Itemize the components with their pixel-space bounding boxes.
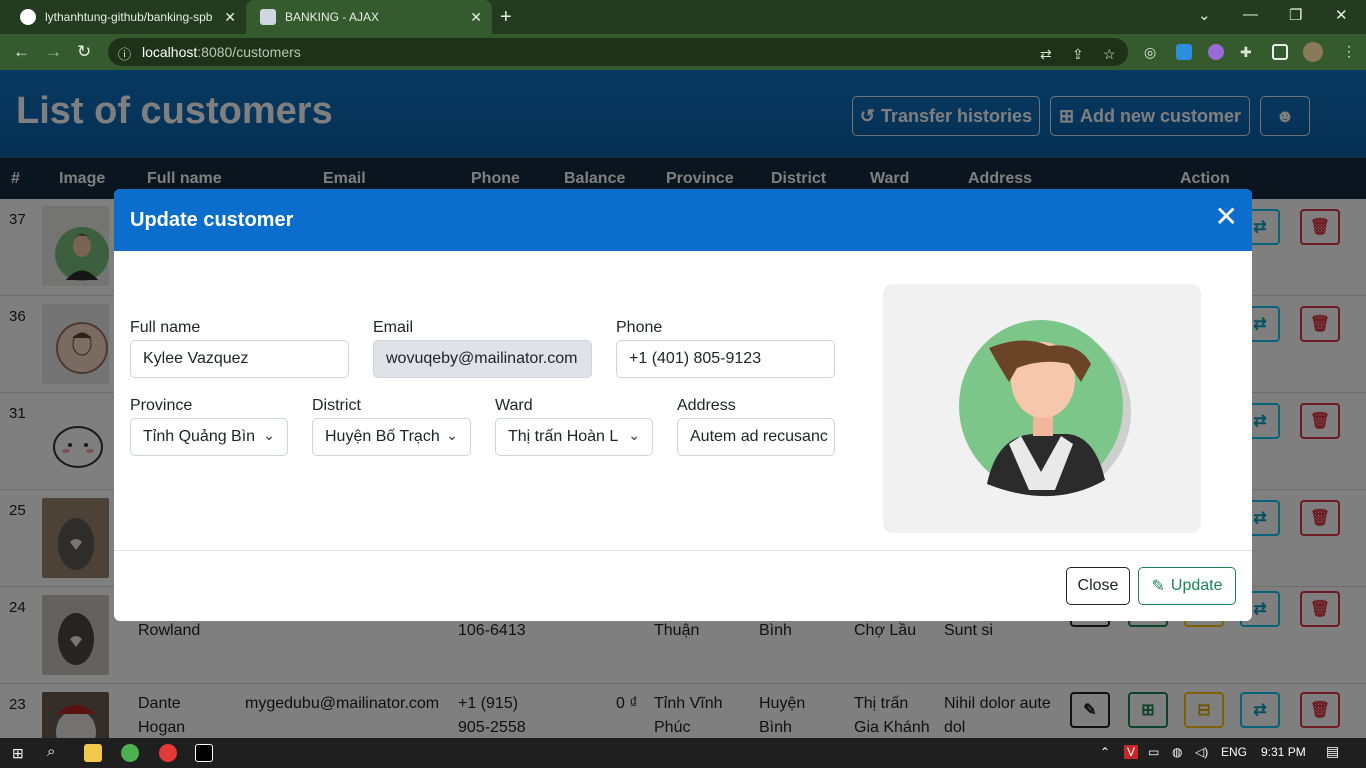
modal-title: Update customer (130, 209, 294, 231)
windows-taskbar: ⊞ ⌕ ⌃ V ▭ ◍ ◁) ENG 9:31 PM ▤ (0, 738, 1366, 768)
url-path: :8080/customers (197, 44, 301, 60)
restore-button[interactable]: ❐ (1289, 6, 1302, 24)
chevron-down-icon: ⌄ (628, 427, 640, 443)
browser-tab-strip: lythanhtung-github/banking-spb ✕ BANKING… (0, 0, 1366, 34)
compass-extension-icon[interactable]: ◎ (1144, 44, 1156, 61)
district-selected-value: Huyện Bố Trạch (325, 428, 440, 445)
close-button[interactable]: Close (1066, 567, 1130, 605)
battery-icon[interactable]: ▭ (1148, 745, 1159, 759)
province-select[interactable]: Tỉnh Quảng Bìn ⌄ (130, 418, 288, 456)
translate-icon[interactable]: ⇄ (1040, 46, 1052, 63)
update-label: Update (1170, 577, 1223, 594)
ward-label: Ward (495, 397, 533, 414)
forward-button[interactable]: → (45, 42, 62, 62)
address-label: Address (677, 397, 736, 414)
chrome-active-icon[interactable] (159, 744, 177, 762)
url-host: localhost (142, 44, 198, 60)
address-bar[interactable]: ⓘ localhost:8080/customers ⇄ ⇪ ☆ (108, 38, 1128, 66)
app-viewport: List of customers ↺ Transfer histories ⊞… (0, 70, 1366, 738)
update-button[interactable]: ✎ Update (1138, 567, 1236, 605)
reload-button[interactable]: ↻ (77, 42, 91, 62)
antivirus-tray-icon[interactable]: V (1124, 745, 1139, 759)
side-panel-icon[interactable] (1272, 44, 1288, 60)
feather-extension-icon[interactable] (1208, 44, 1224, 60)
email-label: Email (373, 319, 414, 336)
file-explorer-icon[interactable] (84, 744, 102, 762)
language-indicator[interactable]: ENG (1221, 745, 1247, 759)
volume-icon[interactable]: ◁) (1195, 745, 1208, 759)
tab-close-icon[interactable]: ✕ (224, 9, 236, 26)
search-icon[interactable]: ⌕ (47, 743, 55, 760)
profile-avatar[interactable] (1303, 42, 1323, 62)
browser-toolbar: ← → ↻ ⓘ localhost:8080/customers ⇄ ⇪ ☆ ◎… (0, 34, 1366, 70)
network-icon[interactable]: ◍ (1172, 745, 1182, 759)
district-select[interactable]: Huyện Bố Trạch ⌄ (312, 418, 471, 456)
tray-chevron-icon[interactable]: ⌃ (1100, 745, 1110, 759)
extensions-puzzle-icon[interactable]: ✚ (1240, 44, 1252, 61)
address-input[interactable]: Autem ad recusanc (677, 418, 835, 456)
github-icon (20, 9, 36, 25)
tab-title: BANKING - AJAX (285, 10, 380, 24)
province-selected-value: Tỉnh Quảng Bìn (143, 428, 256, 445)
tab-banking[interactable]: BANKING - AJAX ✕ (246, 0, 492, 34)
province-label: Province (130, 397, 193, 414)
edit-icon: ✎ (1151, 578, 1165, 595)
new-tab-button[interactable]: + (500, 6, 512, 29)
full-name-label: Full name (130, 319, 201, 336)
window-close-button[interactable]: ✕ (1335, 6, 1348, 24)
notification-icon[interactable]: ▤ (1326, 743, 1339, 760)
modal-footer-divider (114, 550, 1252, 551)
chrome-icon[interactable] (121, 744, 139, 762)
browser-menu-icon[interactable]: ⋮ (1342, 43, 1356, 60)
district-label: District (312, 397, 361, 414)
minimize-button[interactable]: — (1243, 6, 1258, 23)
tab-title: lythanhtung-github/banking-spb (45, 10, 213, 24)
email-input: wovuqeby@mailinator.com (373, 340, 592, 378)
fi-extension-icon[interactable] (1176, 44, 1192, 60)
customer-avatar-preview[interactable] (883, 284, 1201, 533)
ward-selected-value: Thị trấn Hoàn L (508, 428, 619, 445)
back-button[interactable]: ← (13, 42, 30, 62)
chevron-down-icon: ⌄ (263, 427, 275, 443)
intellij-icon[interactable] (195, 744, 213, 762)
update-customer-modal: Update customer ✕ Full name Kylee Vazque… (114, 189, 1252, 621)
full-name-input[interactable]: Kylee Vazquez (130, 340, 349, 378)
clock[interactable]: 9:31 PM (1261, 745, 1306, 759)
windows-start-icon[interactable]: ⊞ (12, 745, 24, 762)
tab-github[interactable]: lythanhtung-github/banking-spb ✕ (0, 0, 246, 34)
ward-select[interactable]: Thị trấn Hoàn L ⌄ (495, 418, 653, 456)
banking-favicon-icon (260, 9, 276, 25)
phone-label: Phone (616, 319, 663, 336)
modal-header: Update customer ✕ (114, 189, 1252, 251)
share-icon[interactable]: ⇪ (1072, 46, 1084, 63)
bookmark-star-icon[interactable]: ☆ (1103, 46, 1116, 63)
modal-close-icon[interactable]: ✕ (1215, 203, 1238, 231)
chevron-down-icon: ⌄ (446, 427, 458, 443)
url-text: localhost:8080/customers (142, 44, 301, 60)
tab-close-icon[interactable]: ✕ (470, 9, 482, 26)
phone-input[interactable]: +1 (401) 805-9123 (616, 340, 835, 378)
tab-search-icon[interactable]: ⌄ (1198, 6, 1211, 24)
info-icon[interactable]: ⓘ (118, 44, 131, 63)
